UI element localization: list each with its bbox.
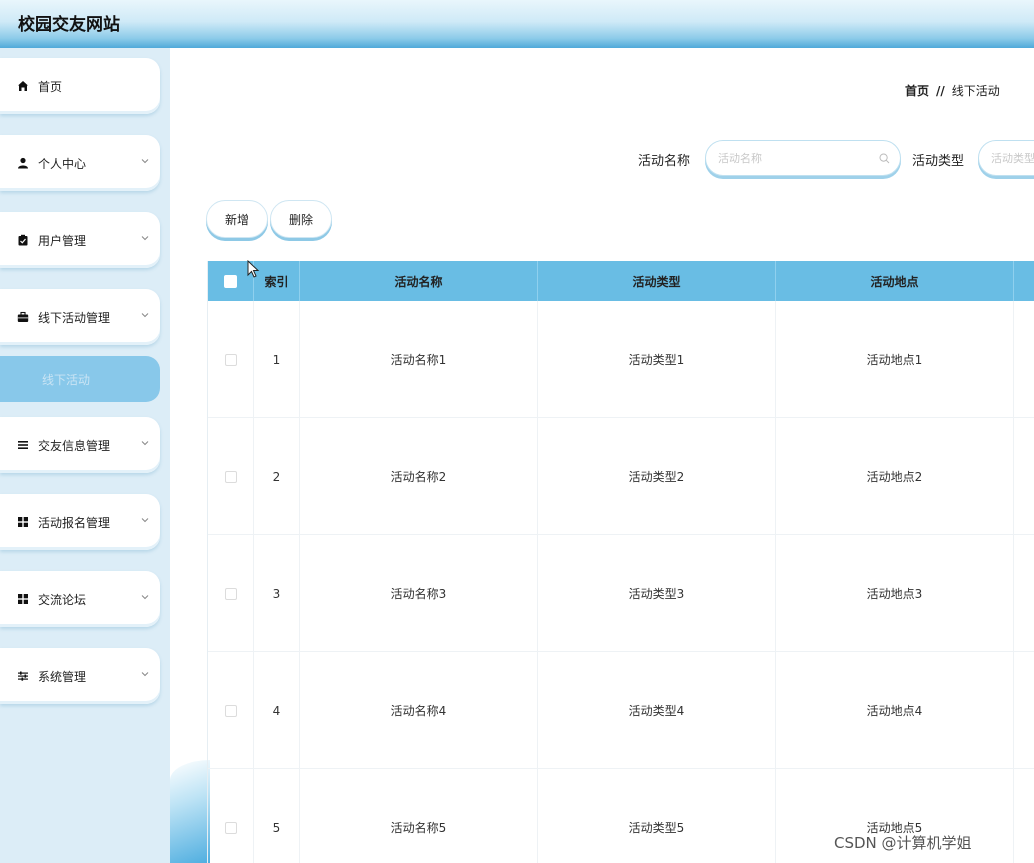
row-select-cell [208,769,254,863]
table-cell: 活动名称1 [300,301,538,418]
row-select-cell [208,535,254,652]
row-select-cell [208,652,254,769]
sidebar-item-label: 个人中心 [38,156,87,171]
column-header: 活动名称 [300,261,538,301]
chevron-down-icon [141,441,149,446]
top-header: 校园交友网站 [0,0,1034,48]
table-row: 4 活动名称4 活动类型4 活动地点4 [208,652,1034,769]
breadcrumb-home[interactable]: 首页 [905,84,929,98]
row-select-cell [208,301,254,418]
activity-name-label: 活动名称 [638,154,691,169]
sidebar-item-friendship-info-management[interactable]: 交友信息管理 [0,417,160,473]
table-cell: 活动类型2 [538,418,776,535]
sidebar-item-label: 线下活动管理 [38,310,111,325]
row-checkbox[interactable] [224,587,237,600]
table-row: 2 活动名称2 活动类型2 活动地点2 [208,418,1034,535]
grid-icon [16,515,30,529]
chevron-down-icon [141,236,149,241]
table-cell: 活动地点1 [776,301,1014,418]
table-cell: 5 [254,769,300,863]
table-cell: 活动名称4 [300,652,538,769]
home-icon [16,79,30,93]
table-cell: 活动地点3 [776,535,1014,652]
activity-name-placeholder: 活动名称 [718,152,762,165]
table-cell: 4 [254,652,300,769]
sidebar-item-forum[interactable]: 交流论坛 [0,571,160,627]
select-all-checkbox[interactable] [224,274,237,288]
sidebar-item-label: 活动报名管理 [38,515,111,530]
table-cell: 2 [254,418,300,535]
chevron-down-icon [141,672,149,677]
decorative-wave [170,760,210,863]
table-cell: 活动类型4 [538,652,776,769]
chevron-down-icon [141,595,149,600]
activity-type-placeholder: 活动类型 [991,152,1034,165]
table-row: 3 活动名称3 活动类型3 活动地点3 [208,535,1034,652]
sidebar-item-label: 交友信息管理 [38,438,111,453]
sidebar-item-label: 系统管理 [38,669,87,684]
mouse-cursor-icon [247,260,260,278]
briefcase-icon [16,310,30,324]
table-cell: 活动类型3 [538,535,776,652]
chevron-down-icon [141,518,149,523]
grid-icon [16,592,30,606]
sidebar-item-user-management[interactable]: 用户管理 [0,212,160,268]
table-cell: 活动名称3 [300,535,538,652]
sidebar-item-home[interactable]: 首页 [0,58,160,114]
table-cell: 3 [254,535,300,652]
table-cell: 活动类型1 [538,301,776,418]
chevron-down-icon [141,159,149,164]
sidebar-item-label: 用户管理 [38,233,87,248]
table-row: 1 活动名称1 活动类型1 活动地点1 [208,301,1034,418]
row-checkbox[interactable] [224,353,237,366]
breadcrumb-current: 线下活动 [951,84,1000,98]
row-checkbox[interactable] [224,470,237,483]
list-icon [16,438,30,452]
sidebar-item-activity-signup-management[interactable]: 活动报名管理 [0,494,160,550]
watermark: CSDN @计算机学姐 [834,834,972,852]
table-cell: 活动类型5 [538,769,776,863]
clipboard-icon [16,233,30,247]
search-icon [879,153,890,164]
column-header: 活动地点 [776,261,1014,301]
sidebar-item-label: 首页 [38,79,63,94]
sidebar-item-label: 交流论坛 [38,592,87,607]
table-cell: 1 [254,301,300,418]
add-button[interactable]: 新增 [206,200,268,238]
breadcrumb: 首页 // 线下活动 [905,82,1000,99]
column-header-overflow [1014,261,1034,301]
delete-button[interactable]: 删除 [270,200,332,238]
sidebar-item-system-management[interactable]: 系统管理 [0,648,160,704]
app-title: 校园交友网站 [18,15,120,35]
row-checkbox[interactable] [224,821,237,834]
sidebar-subitem-offline-activity[interactable]: 线下活动 [0,356,160,402]
table-cell: 活动地点2 [776,418,1014,535]
activity-type-label: 活动类型 [912,154,965,169]
table-cell: 活动名称2 [300,418,538,535]
sidebar-item-offline-activity-management[interactable]: 线下活动管理 [0,289,160,345]
sliders-icon [16,669,30,683]
activity-table: 索引 活动名称 活动类型 活动地点 1 活动名称1 活动类型1 活动地点1 2 … [207,261,1034,863]
breadcrumb-separator: // [936,84,945,98]
column-header: 活动类型 [538,261,776,301]
user-icon [16,156,30,170]
sidebar-item-personal-center[interactable]: 个人中心 [0,135,160,191]
table-cell: 活动地点4 [776,652,1014,769]
row-select-cell [208,418,254,535]
chevron-down-icon [141,313,149,318]
row-checkbox[interactable] [224,704,237,717]
activity-type-input[interactable]: 活动类型 [978,140,1034,176]
activity-name-input[interactable]: 活动名称 [705,140,901,176]
table-cell: 活动名称5 [300,769,538,863]
table-header: 索引 活动名称 活动类型 活动地点 [208,261,1034,301]
